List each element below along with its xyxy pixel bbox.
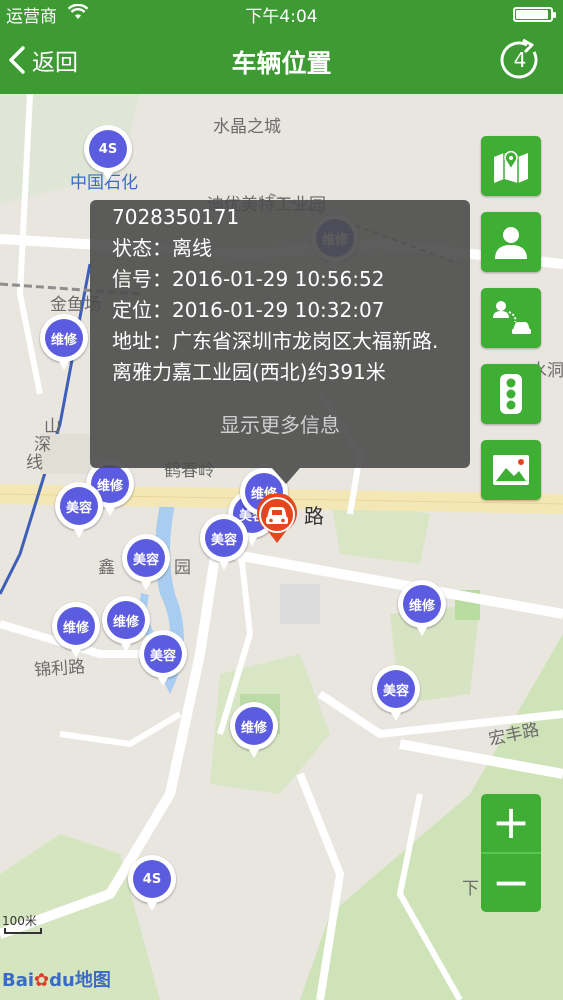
poi-pin-repair[interactable]: 维修 — [398, 580, 446, 638]
signal-row: 信号：2016-01-29 10:56:52 — [112, 264, 448, 295]
poi-pin-repair[interactable]: 维修 — [40, 314, 88, 372]
position-row: 定位：2016-01-29 10:32:07 — [112, 295, 448, 326]
baidu-map-logo: Bai✿du地图 — [2, 966, 111, 992]
poi-pin-label: 美容 — [377, 670, 415, 708]
position-value: 2016-01-29 10:32:07 — [172, 298, 385, 322]
vehicle-location-marker[interactable] — [255, 492, 299, 544]
satellite-layer-button[interactable] — [481, 440, 541, 500]
zoom-out-button[interactable]: − — [481, 852, 541, 912]
battery-icon — [513, 7, 556, 22]
map-mode-button[interactable] — [481, 136, 541, 196]
poi-pin-label: 美容 — [144, 635, 182, 673]
address-label: 地址： — [112, 329, 172, 353]
user-to-vehicle-button[interactable] — [481, 288, 541, 348]
vehicle-info-popup[interactable]: 7028350171 状态：离线 信号：2016-01-29 10:56:52 … — [90, 200, 470, 484]
chevron-left-icon — [9, 46, 25, 74]
position-label: 定位： — [112, 298, 172, 322]
signal-value: 2016-01-29 10:56:52 — [172, 267, 385, 291]
poi-pin-beauty[interactable]: 美容 — [122, 534, 170, 592]
user-location-button[interactable] — [481, 212, 541, 272]
navigation-header: 运营商 下午4:04 返回 车辆位置 4 — [0, 0, 563, 94]
map-pin-icon — [494, 151, 528, 183]
show-more-info-link[interactable]: 显示更多信息 — [90, 410, 470, 441]
paw-icon: ✿ — [34, 970, 50, 991]
signal-label: 信号： — [112, 267, 172, 291]
status-bar: 运营商 下午4:04 — [0, 0, 563, 27]
status-label: 状态： — [112, 236, 172, 260]
poi-pin-beauty[interactable]: 美容 — [372, 665, 420, 723]
poi-pin-4s[interactable]: 4S — [84, 125, 132, 183]
map-scale-bar — [4, 928, 42, 934]
map-label-crystal-city: 水晶之城 — [213, 117, 281, 137]
map-scale-label: 100米 — [2, 914, 37, 928]
logo-part-bai: Bai — [2, 970, 35, 991]
map-label-xian: 线 — [26, 453, 43, 473]
logo-part-du: du — [49, 970, 75, 991]
poi-pin-label: 维修 — [45, 319, 83, 357]
poi-pin-repair[interactable]: 维修 — [230, 702, 278, 760]
landscape-icon — [493, 455, 529, 485]
poi-pin-label: 美容 — [127, 539, 165, 577]
status-time: 下午4:04 — [245, 7, 318, 27]
map-label-yuan: 园 — [174, 558, 191, 578]
person-icon — [495, 227, 527, 259]
map-view[interactable]: 水晶之城 中国石化 迪优美特工业园 金鱼场 山 深 线 鹤春岭 路 鑫 园 锦利… — [0, 94, 563, 1000]
status-value: 离线 — [172, 236, 212, 260]
poi-pin-beauty[interactable]: 美容 — [139, 630, 187, 688]
poi-pin-label: 4S — [89, 130, 127, 168]
poi-pin-repair[interactable]: 维修 — [52, 602, 100, 660]
refresh-count: 4 — [513, 48, 527, 72]
logo-part-map: 地图 — [74, 970, 111, 991]
poi-pin-beauty[interactable]: 美容 — [55, 482, 103, 540]
poi-pin-label: 4S — [133, 860, 171, 898]
map-label-xia: 下 — [462, 879, 479, 899]
back-label: 返回 — [32, 50, 78, 76]
poi-pin-label: 美容 — [60, 487, 98, 525]
poi-pin-label: 美容 — [205, 519, 243, 557]
map-label-road-suffix: 路 — [304, 504, 324, 528]
back-button[interactable]: 返回 — [6, 40, 78, 80]
page-title: 车辆位置 — [231, 49, 332, 78]
poi-pin-label: 维修 — [57, 607, 95, 645]
vehicle-plate: 7028350171 — [112, 205, 240, 229]
car-icon — [257, 492, 297, 543]
zoom-in-button[interactable]: + — [481, 794, 541, 854]
status-row: 状态：离线 — [112, 233, 448, 264]
traffic-layer-button[interactable] — [481, 364, 541, 424]
map-label-xin: 鑫 — [98, 558, 115, 578]
poi-pin-label: 维修 — [403, 585, 441, 623]
refresh-countdown-button[interactable]: 4 — [499, 39, 541, 81]
poi-pin-label: 维修 — [235, 707, 273, 745]
traffic-light-icon — [500, 374, 522, 414]
address-row: 地址：广东省深圳市龙岗区大福新路.离雅力嘉工业园(西北)约391米 — [112, 326, 448, 388]
person-car-icon — [493, 301, 531, 334]
poi-pin-4s[interactable]: 4S — [128, 855, 176, 913]
